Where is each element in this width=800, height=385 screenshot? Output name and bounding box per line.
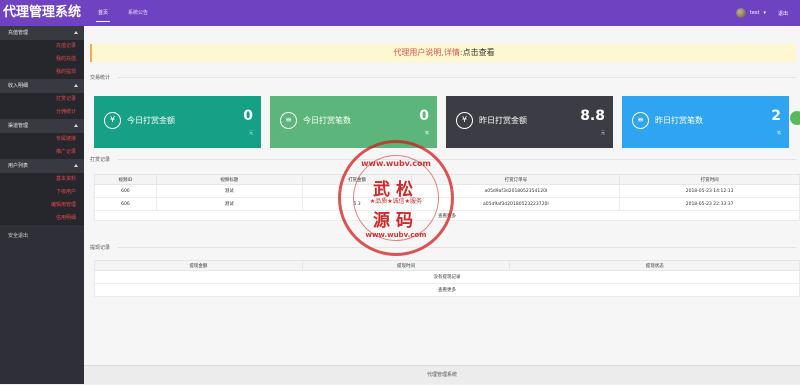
empty-message: 没有提现记录	[94, 270, 800, 284]
section-title-payments: 打赏记录	[90, 157, 111, 163]
user-menu: test ▾ 退出	[735, 0, 788, 26]
column-header: 提现金额	[94, 260, 303, 271]
top-bar: 代理管理系统 首页 系统公告 test ▾ 退出	[0, 0, 800, 26]
sidebar-group-recharge[interactable]: 充值管理	[0, 26, 84, 40]
stat-card-today-amount: ¥ 今日打赏金额 0 元	[94, 96, 261, 148]
stamp-mid-text: ★品质★诚信★服务	[369, 198, 423, 205]
sidebar-group-label: 充值管理	[8, 30, 29, 36]
section-title-stats: 交易统计	[90, 75, 111, 81]
sidebar-item[interactable]: 充值记录	[0, 40, 84, 53]
list-icon: ≡	[280, 112, 297, 129]
card-label: 今日打赏笔数	[303, 116, 351, 125]
column-header: 视频标题	[155, 174, 303, 185]
sidebar-item[interactable]: 信用明细	[0, 212, 84, 225]
table-cell: 606	[94, 197, 157, 211]
card-value: 8.8	[580, 108, 605, 124]
table-cell: 606	[94, 184, 157, 198]
table-cell: 测试	[155, 197, 303, 211]
chat-button[interactable]	[790, 111, 800, 125]
sidebar-item[interactable]: 打赏记录	[0, 93, 84, 106]
sidebar-group-label: 收入明细	[8, 83, 29, 89]
table-row: 没有提现记录	[94, 270, 800, 284]
list-icon: ≡	[632, 112, 649, 129]
card-value: 0	[243, 108, 253, 124]
sidebar-group-users[interactable]: 用户列表	[0, 159, 84, 173]
card-value: 2	[771, 108, 781, 124]
username[interactable]: test	[750, 10, 760, 16]
app-brand: 代理管理系统	[3, 5, 82, 20]
stat-card-yesterday-amount: ¥ 昨日打赏金额 8.8 元	[446, 96, 613, 148]
watermark-stamp: www.wubv.com 武松 ★品质★诚信★服务 源码 www.wubv.co…	[338, 140, 454, 256]
table-row: 查看更多	[94, 283, 800, 297]
sidebar-group-income[interactable]: 收入明细	[0, 79, 84, 93]
sidebar-item-logout[interactable]: 安全退出	[0, 229, 84, 243]
sidebar-item[interactable]: 推广记录	[0, 146, 84, 159]
stamp-bottom-text: www.wubv.com	[365, 231, 427, 239]
notice-text: 代理用户说明,详情:	[393, 48, 463, 57]
chevron-up-icon	[74, 124, 78, 127]
chevron-up-icon	[74, 31, 78, 34]
card-unit: 笔	[425, 130, 429, 135]
stamp-top-text: www.wubv.com	[361, 159, 431, 168]
yen-icon: ¥	[104, 112, 121, 129]
table-cell: 测试	[155, 184, 303, 198]
divider	[118, 247, 796, 248]
sidebar-item[interactable]: 分佣统计	[0, 106, 84, 119]
sidebar: 充值管理 充值记录 我的充值 我的提现 收入明细 打赏记录 分佣统计 渠道管理 …	[0, 26, 84, 384]
sidebar-item[interactable]: 基本资料	[0, 173, 84, 186]
sidebar-item[interactable]: 专属链接	[0, 133, 84, 146]
withdraw-table: 提现金额 提现时间 提现状态 没有提现记录 查看更多	[94, 260, 800, 297]
stat-card-yesterday-count: ≡ 昨日打赏笔数 2 笔	[622, 96, 789, 148]
sidebar-group-channel[interactable]: 渠道管理	[0, 119, 84, 133]
notice-link[interactable]: 点击查看	[463, 48, 495, 57]
sidebar-item[interactable]: 我的充值	[0, 53, 84, 66]
divider	[118, 159, 796, 160]
column-header: 提现时间	[301, 260, 511, 271]
top-nav: 首页 系统公告	[88, 0, 158, 26]
section-title-withdraw: 提现记录	[90, 245, 111, 251]
sidebar-item[interactable]: 下级用户	[0, 186, 84, 199]
yen-icon: ¥	[456, 112, 473, 129]
card-label: 今日打赏金额	[127, 116, 175, 125]
card-unit: 元	[601, 130, 605, 135]
column-header: 打赏时间	[619, 174, 800, 185]
card-label: 昨日打赏金额	[479, 116, 527, 125]
chevron-down-icon[interactable]: ▾	[763, 10, 766, 16]
sidebar-group-label: 渠道管理	[8, 123, 29, 129]
stat-card-today-count: ≡ 今日打赏笔数 0 笔	[270, 96, 437, 148]
sidebar-item[interactable]: 我的提现	[0, 66, 84, 79]
view-more-link[interactable]: 查看更多	[94, 283, 800, 297]
column-header: 视频ID	[94, 174, 157, 185]
card-unit: 笔	[777, 130, 781, 135]
stamp-main-text-2: 源码	[373, 211, 419, 231]
tab-announcements[interactable]: 系统公告	[118, 0, 158, 26]
table-cell: 2018-05-23 22:33:37	[619, 197, 800, 211]
table-header-row: 提现金额 提现时间 提现状态	[94, 260, 800, 271]
notice-banner: 代理用户说明,详情:点击查看	[90, 44, 796, 62]
avatar[interactable]	[735, 8, 746, 18]
column-header: 提现状态	[509, 260, 800, 271]
tab-home[interactable]: 首页	[88, 0, 118, 26]
sidebar-group-label: 用户列表	[8, 163, 29, 169]
footer: 代理管理系统	[84, 365, 800, 384]
sidebar-item[interactable]: 编辑用管理	[0, 199, 84, 212]
card-label: 昨日打赏笔数	[655, 116, 703, 125]
card-value: 0	[419, 108, 429, 124]
chevron-up-icon	[74, 164, 78, 167]
logout-link[interactable]: 退出	[778, 10, 788, 17]
card-unit: 元	[249, 130, 253, 135]
divider	[118, 77, 796, 78]
chevron-up-icon	[74, 84, 78, 87]
table-cell: 2018-05-23 14:12:13	[619, 184, 800, 198]
